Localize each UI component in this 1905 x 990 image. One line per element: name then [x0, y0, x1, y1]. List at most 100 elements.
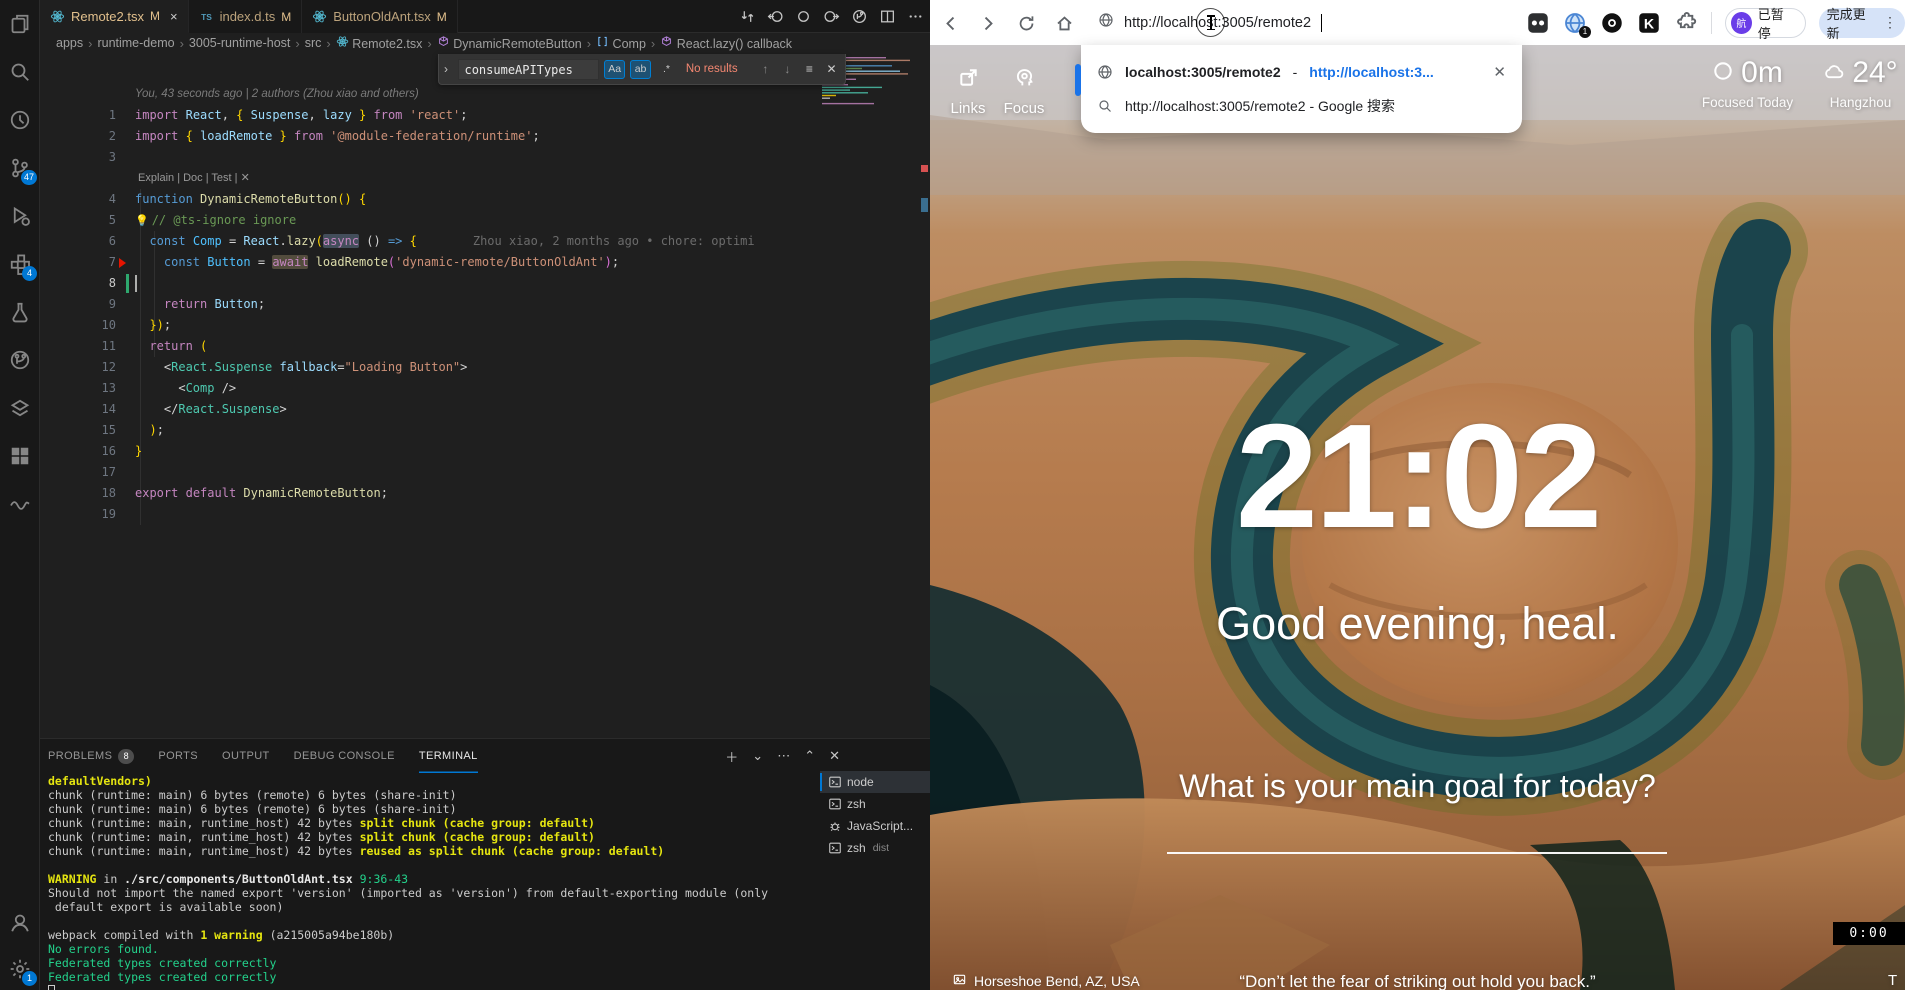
weather-widget[interactable]: 24° Hangzhou [1813, 56, 1905, 110]
back-button[interactable] [938, 11, 962, 35]
profile-pill[interactable]: 航已暂停 [1725, 8, 1806, 38]
terminal-item-JavaScript[interactable]: JavaScript... [820, 815, 930, 837]
extension-kagi[interactable]: K [1637, 11, 1661, 35]
match-case-toggle[interactable]: Aa [604, 60, 625, 79]
find-input[interactable]: consumeAPITypes [458, 59, 599, 80]
find-close-icon[interactable]: ✕ [823, 62, 840, 76]
breadcrumb-item[interactable]: React.lazy() callback [660, 35, 792, 51]
find-in-selection-icon[interactable]: ≡ [801, 62, 818, 76]
code-line[interactable]: 10 }); [40, 315, 930, 336]
code-line[interactable]: 7 const Button = await loadRemote('dynam… [40, 252, 930, 273]
inline-blame: Zhou xiao, 2 months ago • chore: optimi [473, 234, 755, 248]
panel-tab-ports[interactable]: PORTS [158, 739, 198, 773]
activity-run-debug[interactable] [0, 196, 40, 236]
extension-translate[interactable]: 1 [1563, 11, 1587, 35]
lightbulb-icon[interactable]: 💡 [135, 214, 149, 227]
whole-word-toggle[interactable]: ab [630, 60, 651, 79]
update-button[interactable]: 完成更新⋮ [1819, 8, 1905, 38]
breadcrumb-item[interactable]: src [305, 36, 322, 50]
code-line[interactable]: 13 <Comp /> [40, 378, 930, 399]
breadcrumb-item[interactable]: 3005-runtime-host [189, 36, 290, 50]
new-terminal-icon[interactable]: ＋ [725, 747, 738, 766]
panel-tab-output[interactable]: OUTPUT [222, 739, 270, 773]
code-line[interactable]: 1import React, { Suspense, lazy } from '… [40, 105, 930, 126]
extension-password-manager[interactable] [1526, 11, 1550, 35]
code-line[interactable]: 16} [40, 441, 930, 462]
extension-recorder[interactable] [1600, 11, 1624, 35]
focus-widget[interactable]: Focus [992, 66, 1056, 117]
more-actions-icon[interactable]: ⋯ [777, 748, 790, 764]
panel-tab-problems[interactable]: PROBLEMS8 [48, 739, 134, 773]
find-next-icon[interactable]: ↓ [779, 62, 796, 76]
code-line[interactable]: 9 return Button; [40, 294, 930, 315]
close-panel-icon[interactable]: ✕ [829, 748, 840, 764]
terminal-item-node[interactable]: node [820, 771, 930, 793]
links-widget[interactable]: Links [938, 66, 998, 117]
terminal-item-zsh[interactable]: zsh [820, 793, 930, 815]
code-line[interactable]: 4function DynamicRemoteButton() { [40, 189, 930, 210]
find-toggle-replace-icon[interactable]: › [444, 62, 453, 76]
remove-suggestion-icon[interactable]: ✕ [1493, 63, 1506, 81]
activity-grid[interactable] [0, 436, 40, 476]
activity-wave[interactable] [0, 484, 40, 524]
breadcrumb-item[interactable]: Remote2.tsx [336, 35, 423, 51]
recording-timer[interactable]: 0:00 [1833, 922, 1905, 945]
activity-testing[interactable] [0, 292, 40, 332]
code-line[interactable]: 6 const Comp = React.lazy(async () => {Z… [40, 231, 930, 252]
activity-layers[interactable] [0, 388, 40, 428]
terminal-output[interactable]: defaultVendors)chunk (runtime: main) 6 b… [48, 774, 820, 990]
activity-account[interactable] [0, 903, 40, 943]
panel-tab-debug-console[interactable]: DEBUG CONSOLE [294, 739, 395, 773]
code-line[interactable]: 18export default DynamicRemoteButton; [40, 483, 930, 504]
panel-tab-terminal[interactable]: TERMINAL [419, 739, 478, 773]
todo-link[interactable]: T [1888, 972, 1897, 989]
activity-extensions[interactable]: 4 [0, 244, 40, 284]
breadcrumb-item[interactable]: apps [56, 36, 83, 50]
activity-source-control[interactable]: 47 [0, 148, 40, 188]
update-menu-icon[interactable]: ⋮ [1883, 14, 1897, 31]
split-editor-action[interactable] [876, 6, 898, 28]
code-line[interactable]: 2import { loadRemote } from '@module-fed… [40, 126, 930, 147]
breadcrumb-item[interactable]: DynamicRemoteButton [437, 35, 582, 51]
focused-today-widget[interactable]: 0m Focused Today [1690, 56, 1805, 110]
regex-toggle[interactable]: .* [656, 60, 677, 79]
breadcrumb-item[interactable]: runtime-demo [97, 36, 174, 50]
activity-search[interactable] [0, 52, 40, 92]
code-line[interactable]: 3 [40, 147, 930, 168]
code-line[interactable]: 8 [40, 273, 930, 294]
compare-action[interactable] [736, 6, 758, 28]
reload-button[interactable] [1014, 11, 1038, 35]
activity-timeline[interactable] [0, 100, 40, 140]
more-action[interactable] [904, 6, 926, 28]
home-button[interactable] [1052, 11, 1076, 35]
nav-forward-action[interactable] [820, 6, 842, 28]
code-line[interactable]: 15 ); [40, 420, 930, 441]
find-previous-icon[interactable]: ↑ [757, 62, 774, 76]
code-editor[interactable]: You, 43 seconds ago | 2 authors (Zhou xi… [40, 53, 930, 738]
terminal-dropdown-icon[interactable]: ⌄ [752, 748, 763, 764]
run-circle-action[interactable] [848, 6, 870, 28]
activity-explorer[interactable] [0, 4, 40, 44]
extension-puzzle[interactable] [1674, 11, 1698, 35]
maximize-panel-icon[interactable]: ⌃ [804, 748, 815, 764]
terminal-item-zsh[interactable]: zshdist [820, 837, 930, 859]
tab-close-icon[interactable]: × [170, 9, 178, 24]
suggestion-search[interactable]: http://localhost:3005/remote2 - Google 搜… [1081, 89, 1522, 123]
breadcrumb-item[interactable]: Comp [596, 35, 646, 51]
nav-back-action[interactable] [764, 6, 786, 28]
code-line[interactable]: 11 return ( [40, 336, 930, 357]
code-line[interactable]: 12 <React.Suspense fallback="Loading But… [40, 357, 930, 378]
nav-circle-action[interactable] [792, 6, 814, 28]
code-line[interactable]: 5💡// @ts-ignore ignore [40, 210, 930, 231]
activity-git-graph[interactable] [0, 340, 40, 380]
forward-button[interactable] [976, 11, 1000, 35]
code-line[interactable]: 14 </React.Suspense> [40, 399, 930, 420]
goal-input[interactable] [1167, 852, 1667, 854]
tab-ButtonOldAnt.tsx[interactable]: ButtonOldAnt.tsxM [302, 0, 458, 33]
code-line[interactable]: 19 [40, 504, 930, 525]
code-line[interactable]: 17 [40, 462, 930, 483]
suggestion-url[interactable]: localhost:3005/remote2 - http://localhos… [1081, 55, 1522, 89]
tab-Remote2.tsx[interactable]: Remote2.tsxM× [40, 0, 189, 33]
activity-settings[interactable]: 1 [0, 949, 40, 989]
tab-index.d.ts[interactable]: TSindex.d.tsM [189, 0, 303, 33]
